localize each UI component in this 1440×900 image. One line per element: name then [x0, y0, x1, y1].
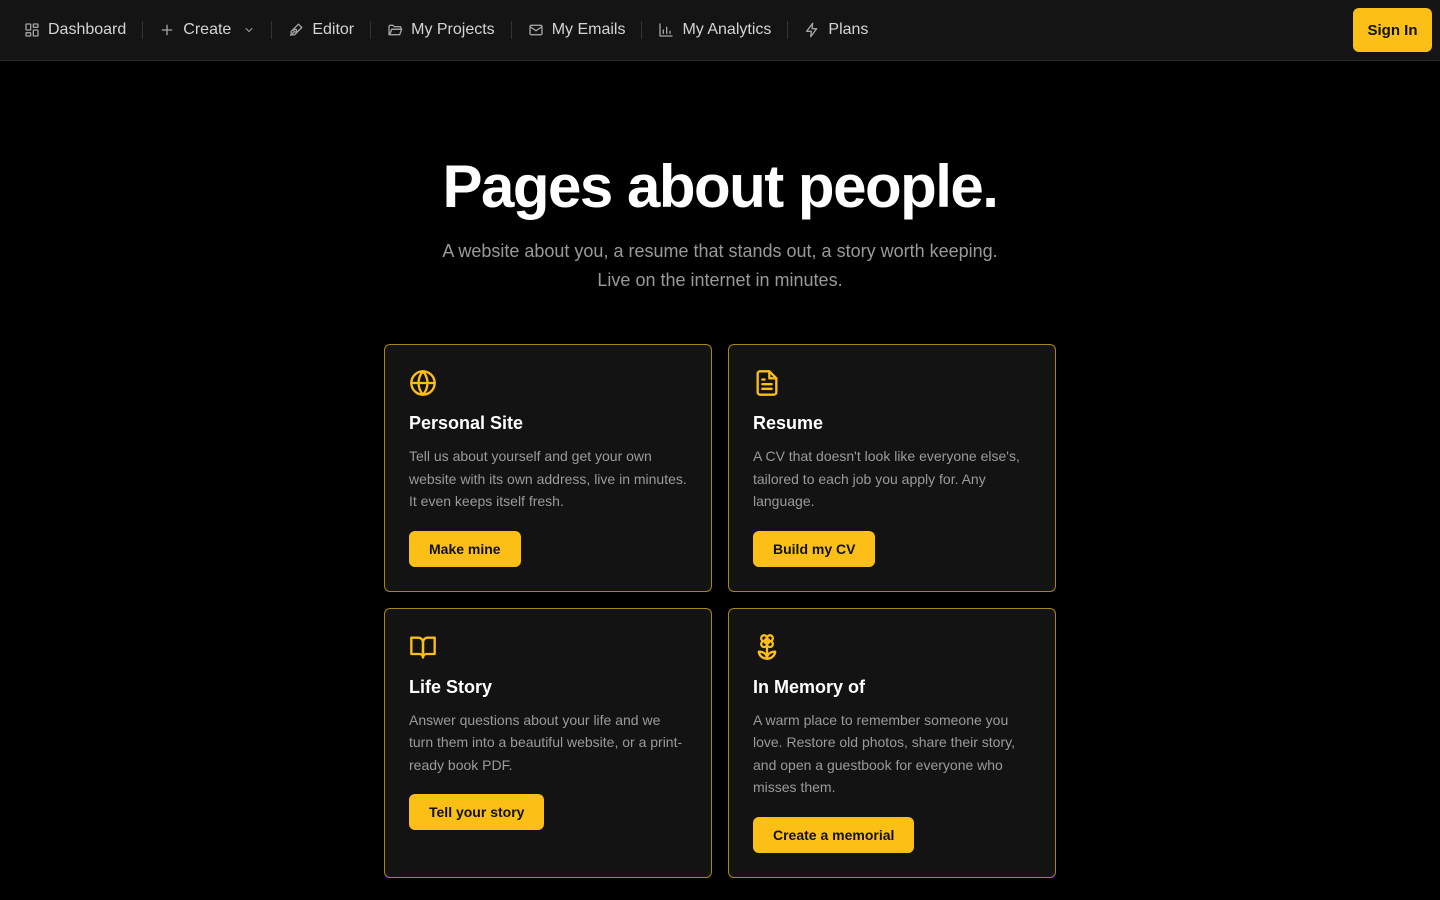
hero-subtitle-line: Live on the internet in minutes. — [597, 270, 843, 290]
nav-item-create[interactable]: Create — [151, 12, 263, 48]
nav-item-label: My Emails — [551, 21, 626, 38]
nav-item-label: My Projects — [411, 21, 495, 38]
hero-subtitle-line: A website about you, a resume that stand… — [442, 241, 998, 261]
card-title: Resume — [753, 413, 824, 433]
nav-item-label: Create — [183, 21, 232, 38]
top-navigation-bar: Dashboard Create Editor My Projects My E… — [0, 0, 1440, 61]
page-title: Pages about people. — [442, 153, 999, 220]
plus-icon — [161, 24, 173, 36]
card-life-story: Life Story Answer questions about your l… — [384, 607, 712, 878]
mail-icon — [529, 24, 543, 36]
card-title: Life Story — [409, 676, 493, 697]
folder-icon — [388, 24, 403, 36]
build-my-cv-button[interactable]: Build my CV — [753, 530, 876, 567]
nav-item-label: Dashboard — [48, 21, 127, 38]
nav-divider — [370, 21, 372, 39]
nav-divider — [641, 21, 643, 39]
flower-icon — [753, 633, 781, 661]
card-description: Answer questions about your life and we … — [409, 711, 683, 773]
card-resume: Resume A CV that doesn't look like every… — [728, 344, 1056, 592]
nav-item-plans[interactable]: Plans — [796, 12, 876, 48]
nav-item-my-projects[interactable]: My Projects — [379, 12, 503, 48]
card-description: A warm place to remember someone you lov… — [753, 711, 1015, 796]
create-a-memorial-button[interactable]: Create a memorial — [753, 816, 915, 853]
product-cards-grid: Personal Site Tell us about yourself and… — [384, 344, 1056, 878]
card-title: Personal Site — [409, 413, 524, 433]
tell-your-story-button[interactable]: Tell your story — [409, 794, 545, 830]
sign-in-button[interactable]: Sign In — [1353, 8, 1432, 52]
card-title: In Memory of — [753, 676, 866, 697]
nav-item-label: Plans — [828, 21, 869, 38]
globe-icon — [409, 369, 437, 397]
zap-icon — [806, 22, 818, 38]
nav-item-label: Editor — [312, 21, 355, 38]
main-nav: Dashboard Create Editor My Projects My E… — [16, 0, 876, 60]
nav-divider — [142, 21, 144, 39]
nav-item-label: My Analytics — [682, 21, 772, 38]
nav-divider — [510, 21, 512, 39]
nav-item-my-emails[interactable]: My Emails — [520, 12, 634, 48]
nav-divider — [271, 21, 273, 39]
nav-item-my-analytics[interactable]: My Analytics — [650, 12, 779, 48]
card-description: A CV that doesn't look like everyone els… — [753, 448, 1020, 509]
bar-chart-icon — [659, 23, 674, 37]
make-mine-button[interactable]: Make mine — [409, 530, 521, 567]
nav-item-editor[interactable]: Editor — [280, 12, 362, 48]
card-in-memory-of: In Memory of A warm place to remember so… — [728, 607, 1056, 878]
book-icon — [409, 633, 437, 661]
nav-divider — [787, 21, 789, 39]
card-description: Tell us about yourself and get your own … — [409, 448, 687, 509]
chevron-down-icon — [245, 28, 253, 32]
document-icon — [753, 369, 781, 397]
hero-subtitle: A website about you, a resume that stand… — [0, 237, 1440, 295]
nav-item-dashboard[interactable]: Dashboard — [16, 12, 134, 48]
pen-icon — [290, 23, 303, 36]
dashboard-icon — [25, 23, 39, 37]
card-personal-site: Personal Site Tell us about yourself and… — [384, 344, 712, 592]
